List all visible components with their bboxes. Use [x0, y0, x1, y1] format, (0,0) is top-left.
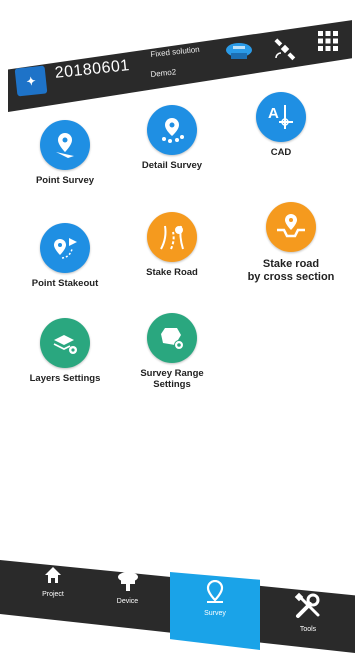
point-survey-icon: [40, 120, 90, 170]
tab-device-label: Device: [116, 598, 139, 605]
layers-settings-label: Layers Settings: [29, 373, 101, 384]
survey-pin-icon: [206, 579, 224, 603]
layers-settings-tile[interactable]: Layers Settings: [20, 318, 110, 385]
tab-device[interactable]: Device: [100, 570, 155, 605]
tab-tools[interactable]: Tools: [278, 592, 338, 633]
cross-section-icon: [266, 202, 316, 252]
tab-survey[interactable]: Survey: [185, 579, 245, 617]
cross-section-tile[interactable]: Stake road by cross section: [236, 202, 346, 283]
cad-label: CAD: [270, 147, 292, 158]
tab-project-label: Project: [42, 591, 64, 598]
stake-road-label: Stake Road: [146, 267, 198, 278]
cross-section-label: Stake road by cross section: [247, 258, 335, 283]
point-survey-label: Point Survey: [35, 175, 95, 186]
tab-project[interactable]: Project: [28, 565, 78, 598]
grid-menu-icon[interactable]: [315, 28, 341, 54]
survey-range-tile[interactable]: Survey Range Settings: [127, 313, 217, 391]
point-survey-tile[interactable]: Point Survey: [20, 120, 110, 187]
point-stakeout-tile[interactable]: Point Stakeout: [20, 223, 110, 290]
detail-survey-tile[interactable]: Detail Survey: [127, 105, 217, 172]
tab-survey-label: Survey: [204, 610, 226, 617]
detail-survey-label: Detail Survey: [141, 160, 203, 171]
tools-icon: [294, 592, 320, 618]
survey-range-label: Survey Range Settings: [140, 368, 204, 390]
project-badge-icon[interactable]: ✦: [14, 65, 48, 97]
detail-survey-icon: [147, 105, 197, 155]
point-stakeout-label: Point Stakeout: [31, 278, 99, 289]
stake-road-icon: [147, 212, 197, 262]
tab-tools-label: Tools: [299, 626, 317, 633]
home-icon: [45, 567, 61, 583]
cad-tile[interactable]: A CAD: [236, 92, 326, 159]
cad-icon: A: [256, 92, 306, 142]
svg-text:A: A: [268, 105, 279, 122]
survey-range-icon: [147, 313, 197, 363]
satellite-icon[interactable]: [272, 36, 298, 62]
layers-settings-icon: [40, 318, 90, 368]
stake-road-tile[interactable]: Stake Road: [127, 212, 217, 279]
receiver-icon[interactable]: [224, 38, 254, 66]
device-icon: [117, 572, 138, 591]
point-stakeout-icon: [40, 223, 90, 273]
